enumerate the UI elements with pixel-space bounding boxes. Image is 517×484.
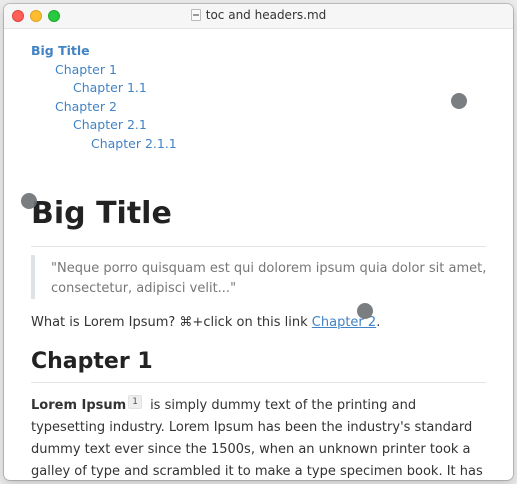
toc-item-chapter-2[interactable]: Chapter 2 <box>55 99 117 114</box>
toc-item-big-title[interactable]: Big Title <box>31 43 90 58</box>
window-title: toc and headers.md <box>4 8 513 22</box>
paragraph-intro: What is Lorem Ipsum? ⌘+click on this lin… <box>31 315 380 330</box>
heading-big-title: Big Title <box>31 196 172 231</box>
footnote-marker[interactable]: 1 <box>128 395 142 409</box>
paragraph-intro-text: What is Lorem Ipsum? ⌘+click on this lin… <box>31 315 312 330</box>
heading-divider <box>31 246 486 247</box>
blockquote-text: "Neque porro quisquam est qui dolorem ip… <box>51 261 487 296</box>
pointer-indicator <box>357 303 373 319</box>
paragraph-lorem: Lorem Ipsum 1 is simply dummy text of the… <box>31 395 489 480</box>
window-title-text: toc and headers.md <box>205 8 327 22</box>
toc-item-chapter-2-1-1[interactable]: Chapter 2.1.1 <box>91 136 177 151</box>
heading-chapter-1: Chapter 1 <box>31 349 153 374</box>
markdown-file-icon <box>190 9 201 21</box>
document-content: Big Title Chapter 1 Chapter 1.1 Chapter … <box>4 29 513 480</box>
toc-item-chapter-2-1[interactable]: Chapter 2.1 <box>73 117 147 132</box>
toc-item-chapter-1-1[interactable]: Chapter 1.1 <box>73 80 147 95</box>
paragraph-intro-suffix: . <box>376 315 381 330</box>
blockquote: "Neque porro quisquam est qui dolorem ip… <box>31 255 486 299</box>
heading-divider-chapter-1 <box>31 382 486 383</box>
toc-item-chapter-1[interactable]: Chapter 1 <box>55 62 117 77</box>
lorem-ipsum-bold: Lorem Ipsum <box>31 398 127 413</box>
title-bar: toc and headers.md <box>4 4 513 29</box>
app-window: toc and headers.md Big Title Chapter 1 C… <box>4 4 513 480</box>
pointer-indicator <box>21 193 37 209</box>
pointer-indicator <box>451 93 467 109</box>
